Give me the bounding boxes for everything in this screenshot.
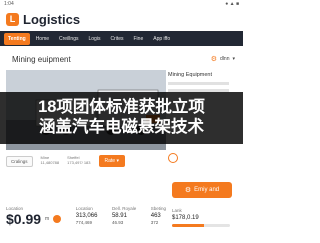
share-icon[interactable] [168,153,178,163]
cart-button-label: Emiy and [194,187,220,193]
language-selector[interactable]: ⚙ dlnn ▾ [211,55,235,63]
status-time: 1:04 [4,1,14,7]
overlay-line-1: 18项团体标准获批立项 [38,98,205,117]
nav-item-crites[interactable]: Crites [106,33,127,45]
nav-item-logis[interactable]: Logis [84,33,104,45]
filter-column-sheffel: Sheffel 173,497/ 183 [67,155,91,166]
info-icon[interactable] [53,215,62,223]
app-header: L Logistics [0,8,243,30]
placeholder-line [168,82,230,85]
app-name: Logistics [23,11,81,27]
stat-sbeting-value: 463 [150,213,161,219]
filter-sheffel-value: 173,497/ 183 [67,160,91,165]
chevron-down-icon: ▾ [232,56,235,62]
settings-icon: ⚙ [210,56,218,63]
stat-dell-sub: 46.93 [111,220,124,225]
price-unit: m [45,216,50,222]
stat-location: Location 313,066 774,469 [76,206,98,236]
stats-row: Location $0.99 m Location 313,066 774,46… [6,206,166,236]
status-icons: ● ▲ ■ [225,1,239,7]
stat-location-value: 313,066 [75,213,98,219]
filter-column-mine: Mine 11,480788 [40,155,60,166]
stat-sbeting-label: Sbeting [150,206,166,211]
filter-bar: Cralings Mine 11,480788 Sheffel 173,497/… [6,154,166,168]
language-label: dlnn [220,56,230,62]
filter-chip-cralings[interactable]: Cralings [6,155,33,167]
overlay-line-2: 涵盖汽车电磁悬架技术 [39,118,204,136]
rate-block: Lank $178,0.19 [172,208,236,236]
news-overlay-banner: 18项团体标准获批立项 涵盖汽车电磁悬架技术 [0,92,243,144]
stat-sbeting-sub: 372 [150,220,159,225]
right-icons [168,150,236,166]
add-to-cart-button[interactable]: ⚙ Emiy and [172,182,232,198]
stat-sbeting: Sbeting 463 372 [151,206,166,236]
status-bar: 1:04 ● ▲ ■ [0,0,243,8]
rate-progress-track[interactable] [172,224,230,227]
nav-item-home[interactable]: Home [32,33,53,45]
rate-value: $178,0.19 [172,215,199,221]
stat-dell-label: Dell. Royale [111,206,137,211]
nav-item-fine[interactable]: Fine [130,33,148,45]
price-block: Location $0.99 m [6,206,62,236]
filter-mine-value: 11,480788 [40,160,60,165]
rate-dropdown[interactable]: Rate ▾ [98,155,125,167]
stat-dell-value: 58.91 [111,213,127,219]
rate-progress-fill [172,224,204,227]
stat-location-label: Location [75,206,93,211]
main-nav: Tenting Home Creillngs Logis Crites Fine… [0,31,243,46]
rate-label: Lank [172,208,182,213]
stat-dell-royale: Dell. Royale 58.91 46.93 [112,206,136,236]
cart-icon: ⚙ [184,187,192,194]
logo-icon: L [6,12,19,26]
stat-location-sub: 774,469 [75,220,93,225]
price-value: $0.99 [6,211,42,227]
nav-item-app-info[interactable]: App iffo [149,33,174,45]
nav-item-creillngs[interactable]: Creillngs [55,33,82,45]
product-title: Mining Equipment [168,72,213,78]
section-title: Mining euipment [12,55,71,64]
nav-item-tenting[interactable]: Tenting [4,32,30,45]
